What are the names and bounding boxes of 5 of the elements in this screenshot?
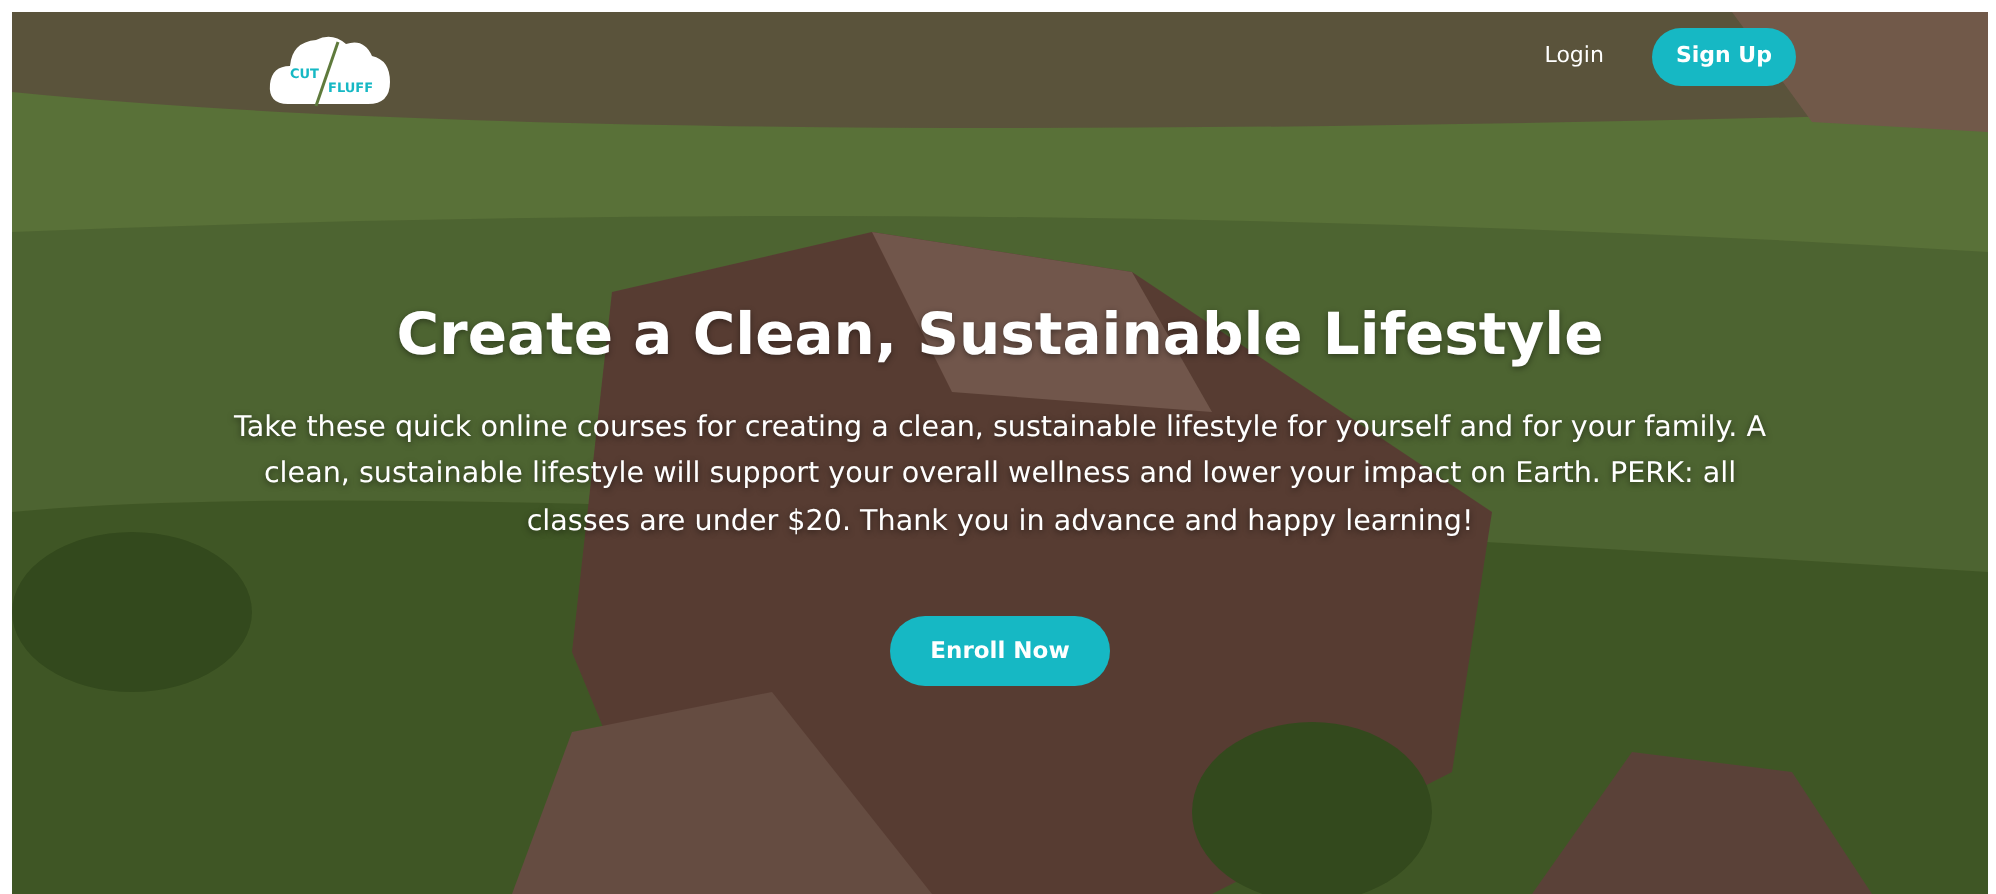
hero-description: Take these quick online courses for creating a clean, sustainable lifestyle for yourself and for your family. A clean, sustainable lifestyle will support your overall wellness and lower your impact on Earth. PERK: all classes are under $20. Thank you in advance and happy learning! [231,409,1769,542]
login-link[interactable]: Login [1544,40,1604,73]
hero-title: Create a Clean, Sustainable Lifestyle [394,300,1606,370]
sign-up-button[interactable]: Sign Up [1651,28,1796,85]
enroll-button[interactable]: Enroll Now [890,615,1110,686]
